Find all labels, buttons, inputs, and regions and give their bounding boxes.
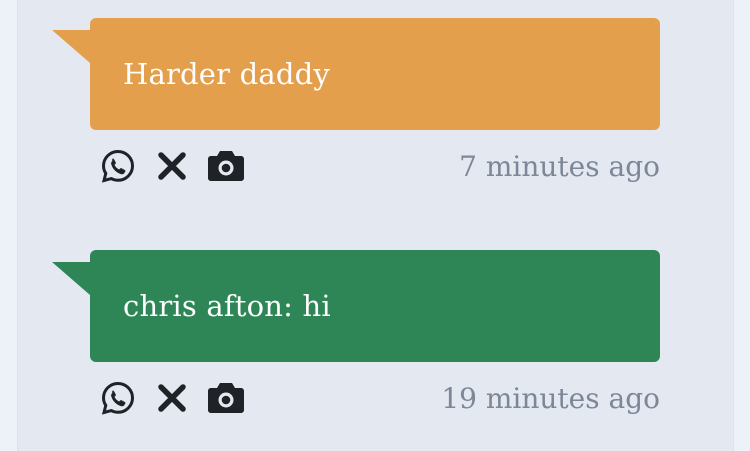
message-item: Harder daddy 7 minutes ago — [52, 18, 660, 185]
right-panel-edge — [733, 0, 750, 451]
left-panel-edge — [0, 0, 18, 451]
close-icon[interactable] — [153, 379, 191, 417]
whatsapp-icon[interactable] — [99, 147, 137, 185]
message-actions: 7 minutes ago — [90, 147, 660, 185]
close-icon[interactable] — [153, 147, 191, 185]
message-bubble: Harder daddy — [52, 18, 660, 130]
message-timestamp: 7 minutes ago — [459, 149, 660, 183]
message-text: Harder daddy — [123, 57, 331, 91]
camera-icon[interactable] — [207, 147, 245, 185]
whatsapp-icon[interactable] — [99, 379, 137, 417]
message-feed: Harder daddy 7 minutes ago chris afton: … — [0, 0, 750, 451]
camera-icon[interactable] — [207, 379, 245, 417]
message-text: chris afton: hi — [123, 289, 331, 323]
message-bubble: chris afton: hi — [52, 250, 660, 362]
message-item: chris afton: hi 19 minutes ago — [52, 250, 660, 417]
message-timestamp: 19 minutes ago — [441, 381, 660, 415]
message-actions: 19 minutes ago — [90, 379, 660, 417]
